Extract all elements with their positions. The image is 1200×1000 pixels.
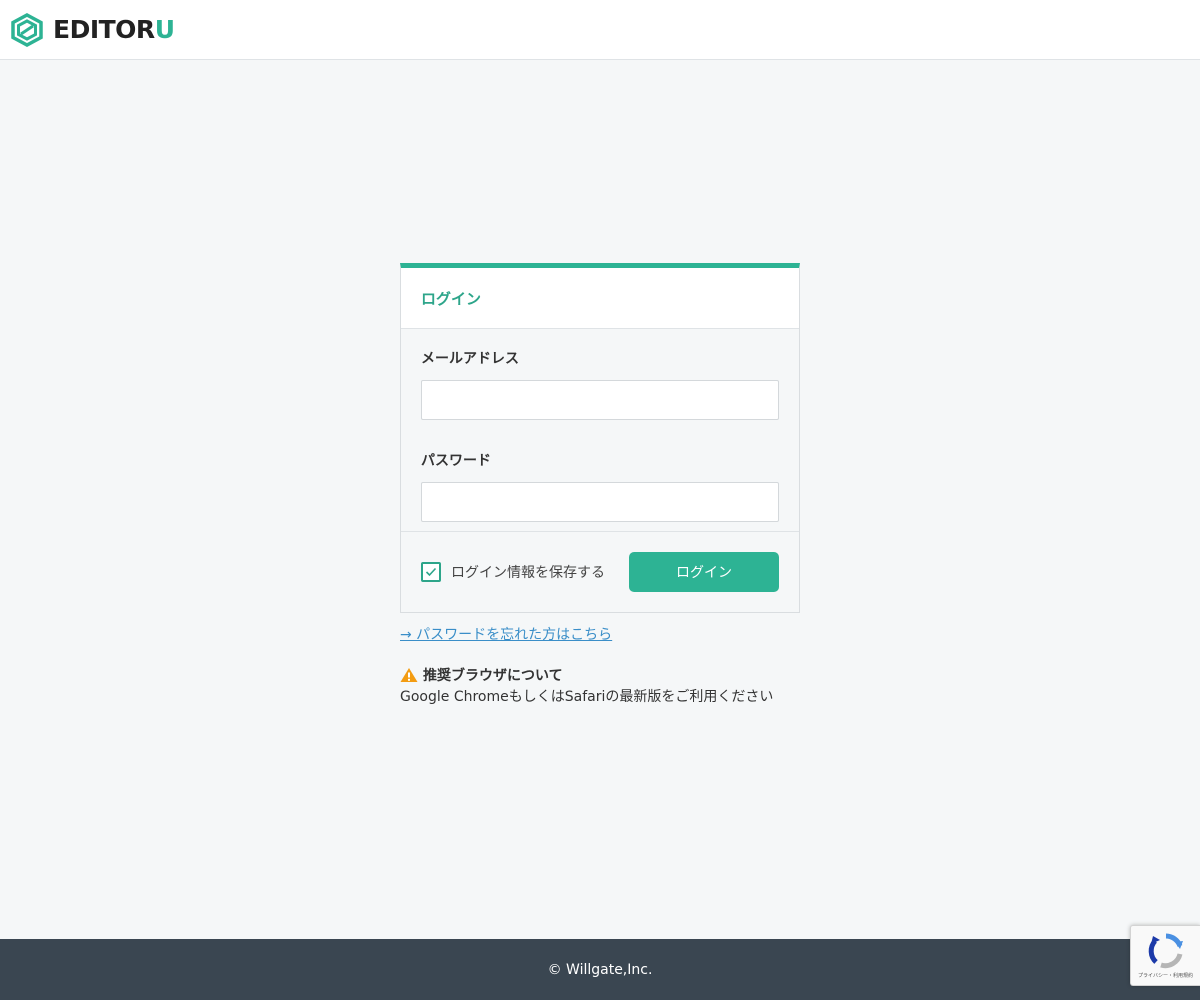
site-footer: © Willgate,Inc. (0, 939, 1200, 1000)
browser-notice-heading: 推奨ブラウザについて (423, 668, 563, 684)
login-card: ログイン メールアドレス パスワード ログイン情報を保存する ログイン (400, 263, 800, 613)
login-title: ログイン (421, 289, 482, 308)
password-field[interactable] (421, 482, 779, 522)
browser-notice-text: Google ChromeもしくはSafariの最新版をご利用ください (400, 689, 774, 705)
recaptcha-terms[interactable]: プライバシー・利用規約 (1138, 972, 1193, 979)
remember-label: ログイン情報を保存する (451, 565, 605, 581)
check-icon (425, 567, 437, 577)
editoru-logo-icon (11, 13, 43, 47)
remember-login-toggle[interactable]: ログイン情報を保存する (421, 562, 605, 582)
login-card-footer: ログイン情報を保存する ログイン (401, 532, 799, 612)
login-form-body: メールアドレス パスワード (401, 329, 799, 532)
password-label: パスワード (421, 453, 491, 469)
logo-wordmark: EDITORU (53, 15, 175, 44)
remember-checkbox[interactable] (421, 562, 441, 582)
login-button[interactable]: ログイン (629, 552, 779, 592)
email-field[interactable] (421, 380, 779, 420)
email-label: メールアドレス (421, 351, 519, 367)
forgot-password-link[interactable]: → パスワードを忘れた方はこちら (400, 624, 612, 644)
warning-icon (400, 668, 418, 682)
recaptcha-icon (1148, 933, 1183, 969)
copyright-text: © Willgate,Inc. (547, 961, 653, 978)
login-card-header: ログイン (401, 268, 799, 329)
browser-notice-title: 推奨ブラウザについて (400, 665, 563, 685)
editoru-logo[interactable]: EDITORU (10, 13, 175, 47)
recaptcha-badge[interactable]: プライバシー・利用規約 (1130, 925, 1200, 986)
site-header: EDITORU (0, 0, 1200, 60)
